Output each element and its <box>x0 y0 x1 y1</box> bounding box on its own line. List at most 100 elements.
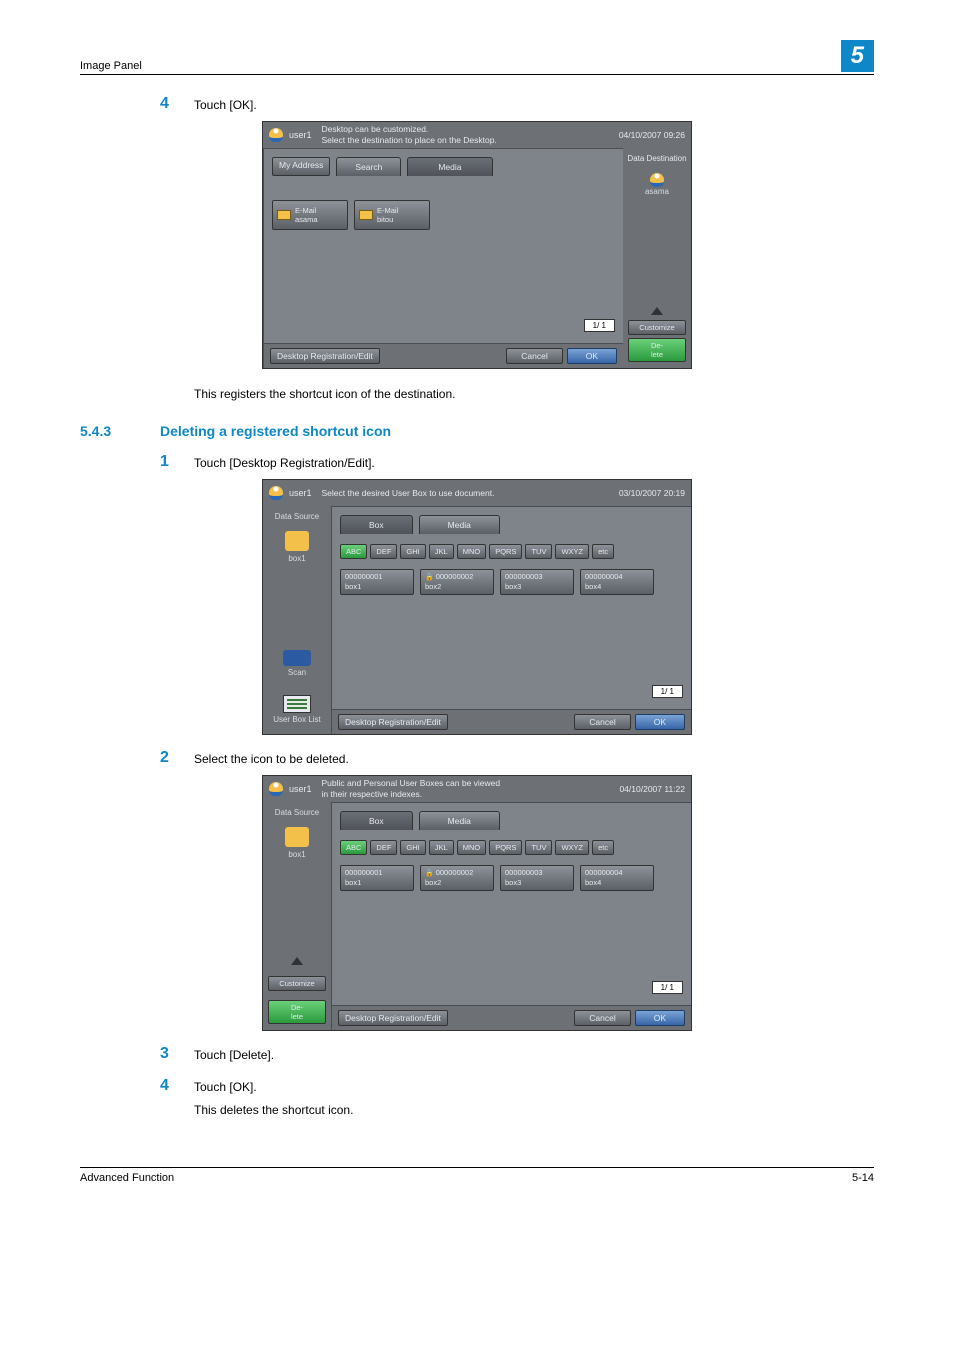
screenshot-userbox-select: user1 Select the desired User Box to use… <box>262 479 692 735</box>
user-icon <box>269 486 283 500</box>
user-icon <box>269 128 283 142</box>
sidebar-box-item[interactable]: box1 <box>267 823 327 863</box>
cancel-button[interactable]: Cancel <box>574 1010 630 1026</box>
box-icon <box>285 827 309 847</box>
step-number: 4 <box>160 1077 194 1095</box>
tab-box[interactable]: Box <box>340 515 413 534</box>
letter-filter-abc[interactable]: ABC <box>340 840 367 855</box>
arrow-up-icon[interactable] <box>651 307 663 315</box>
arrow-up-icon[interactable] <box>291 957 303 965</box>
sidebar-box-item[interactable]: box1 <box>267 527 327 567</box>
ok-button[interactable]: OK <box>567 348 617 364</box>
timestamp: 04/10/2007 11:22 <box>619 784 685 794</box>
page-indicator: 1/ 1 <box>652 685 683 698</box>
step-number: 1 <box>160 453 194 471</box>
customize-button[interactable]: Customize <box>268 976 326 991</box>
letter-filter-pqrs[interactable]: PQRS <box>489 544 522 559</box>
destination-item[interactable]: asama <box>627 169 687 200</box>
page-indicator: 1/ 1 <box>652 981 683 994</box>
user-box-item[interactable]: 000000001box1 <box>340 569 414 595</box>
letter-filter-jkl[interactable]: JKL <box>429 544 454 559</box>
letter-filter-jkl[interactable]: JKL <box>429 840 454 855</box>
timestamp: 03/10/2007 20:19 <box>619 488 685 498</box>
desktop-registration-edit-button[interactable]: Desktop Registration/Edit <box>270 348 380 364</box>
shot-header: user1 Desktop can be customized. Select … <box>263 122 691 148</box>
step-row: 2 Select the icon to be deleted. <box>160 749 874 767</box>
letter-filter-tuv[interactable]: TUV <box>525 544 552 559</box>
letter-filter-ghi[interactable]: GHI <box>400 544 425 559</box>
tab-media[interactable]: Media <box>407 157 492 176</box>
timestamp: 04/10/2007 09:26 <box>619 130 685 140</box>
cancel-button[interactable]: Cancel <box>574 714 630 730</box>
paragraph: This deletes the shortcut icon. <box>194 1103 874 1117</box>
customize-button[interactable]: Customize <box>628 320 686 335</box>
msg-line: Select the destination to place on the D… <box>322 135 497 145</box>
user-box-item[interactable]: 000000002box2 <box>420 569 494 595</box>
my-address-button[interactable]: My Address <box>272 157 330 176</box>
letter-filter-wxyz[interactable]: WXYZ <box>555 544 589 559</box>
tab-box[interactable]: Box <box>340 811 413 830</box>
data-destination-label: Data Destination <box>627 154 686 163</box>
email-destination-item[interactable]: E-Mailasama <box>272 200 348 230</box>
msg-line: Desktop can be customized. <box>322 124 429 134</box>
user-box-item[interactable]: 000000003box3 <box>500 865 574 891</box>
letter-filter-pqrs[interactable]: PQRS <box>489 840 522 855</box>
footer-right: 5-14 <box>852 1172 874 1184</box>
ok-button[interactable]: OK <box>635 714 685 730</box>
page-footer: Advanced Function 5-14 <box>80 1167 874 1184</box>
data-destination-panel: Data Destination asama Customize De- let… <box>623 148 691 368</box>
delete-button[interactable]: De- lete <box>628 338 686 362</box>
desktop-registration-edit-button[interactable]: Desktop Registration/Edit <box>338 1010 448 1026</box>
data-source-label: Data Source <box>267 808 327 817</box>
user-box-item[interactable]: 000000001box1 <box>340 865 414 891</box>
user-box-item[interactable]: 000000004box4 <box>580 569 654 595</box>
paragraph: This registers the shortcut icon of the … <box>194 387 874 401</box>
letter-filter-tuv[interactable]: TUV <box>525 840 552 855</box>
page-indicator: 1/ 1 <box>584 319 615 332</box>
letter-filter-ghi[interactable]: GHI <box>400 840 425 855</box>
letter-filter-mno[interactable]: MNO <box>457 544 487 559</box>
scan-icon <box>283 650 311 666</box>
desktop-registration-edit-button[interactable]: Desktop Registration/Edit <box>338 714 448 730</box>
letter-filter-def[interactable]: DEF <box>370 840 397 855</box>
envelope-icon <box>277 210 291 220</box>
sidebar-scan-button[interactable]: Scan <box>267 642 327 681</box>
delete-button[interactable]: De- lete <box>268 1000 326 1024</box>
screenshot-userbox-delete: user1 Public and Personal User Boxes can… <box>262 775 692 1031</box>
letter-filter-wxyz[interactable]: WXYZ <box>555 840 589 855</box>
user-box-item[interactable]: 000000003box3 <box>500 569 574 595</box>
email-label: E-Mailbitou <box>377 206 398 224</box>
header-message: Desktop can be customized. Select the de… <box>322 124 619 145</box>
email-label: E-Mailasama <box>295 206 318 224</box>
tab-media[interactable]: Media <box>419 515 500 534</box>
user-name: user1 <box>289 488 312 498</box>
letter-filter-def[interactable]: DEF <box>370 544 397 559</box>
user-box-item[interactable]: 000000002box2 <box>420 865 494 891</box>
email-destination-item[interactable]: E-Mailbitou <box>354 200 430 230</box>
tab-search[interactable]: Search <box>336 157 401 176</box>
step-row: 3 Touch [Delete]. <box>160 1045 874 1063</box>
letter-filter-etc[interactable]: etc <box>592 840 614 855</box>
sidebar-user-box-list-button[interactable]: User Box List <box>267 687 327 728</box>
letter-filter-etc[interactable]: etc <box>592 544 614 559</box>
list-icon <box>283 695 311 713</box>
user-icon <box>650 173 664 187</box>
user-box-item[interactable]: 000000004box4 <box>580 865 654 891</box>
letter-filter-abc[interactable]: ABC <box>340 544 367 559</box>
screenshot-desktop-regedit: user1 Desktop can be customized. Select … <box>262 121 692 369</box>
cancel-button[interactable]: Cancel <box>506 348 562 364</box>
step-row: 4 Touch [OK]. <box>160 95 874 113</box>
step-number: 3 <box>160 1045 194 1063</box>
header-label: Image Panel <box>80 60 142 72</box>
data-source-label: Data Source <box>267 512 327 521</box>
section-heading: 5.4.3 Deleting a registered shortcut ico… <box>80 423 874 439</box>
step-text: Touch [OK]. <box>194 95 257 113</box>
step-text: Touch [Desktop Registration/Edit]. <box>194 453 375 471</box>
user-icon <box>269 782 283 796</box>
tab-media[interactable]: Media <box>419 811 500 830</box>
letter-filter-mno[interactable]: MNO <box>457 840 487 855</box>
ok-button[interactable]: OK <box>635 1010 685 1026</box>
step-row: 1 Touch [Desktop Registration/Edit]. <box>160 453 874 471</box>
box-icon <box>285 531 309 551</box>
chapter-badge: 5 <box>841 40 874 72</box>
